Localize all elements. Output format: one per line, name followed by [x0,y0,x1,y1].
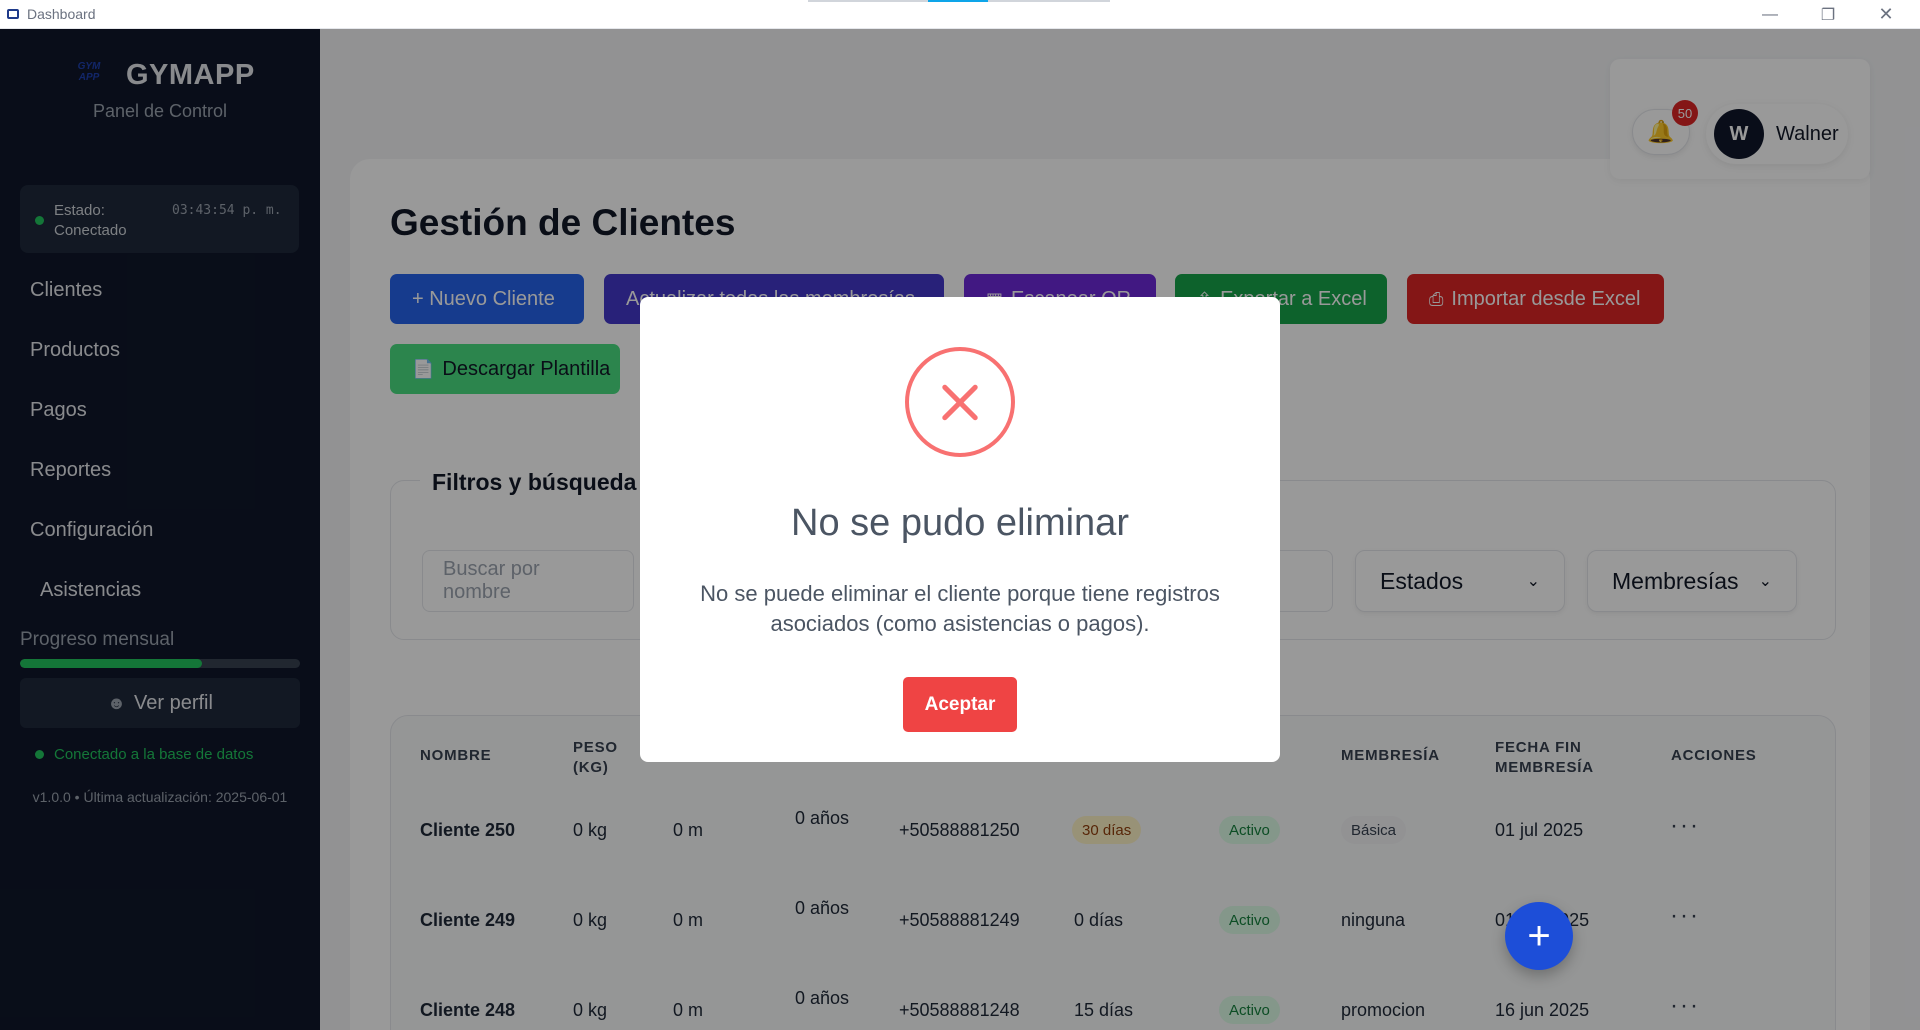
error-dialog: No se pudo eliminar No se puede eliminar… [640,297,1280,762]
minimize-icon[interactable]: — [1741,0,1799,29]
error-x-icon [905,347,1015,457]
app-icon [7,9,19,19]
dialog-title: No se pudo eliminar [791,502,1129,544]
window-titlebar: Dashboard — ❐ ✕ [0,0,1920,29]
accept-button[interactable]: Aceptar [903,677,1017,732]
restore-icon[interactable]: ❐ [1799,0,1857,29]
tab-strip-indicator [808,0,1110,2]
close-icon[interactable]: ✕ [1857,0,1915,29]
window-title: Dashboard [27,6,96,22]
floating-add-button[interactable]: + [1505,902,1573,970]
dialog-message: No se puede eliminar el cliente porque t… [700,581,1220,636]
